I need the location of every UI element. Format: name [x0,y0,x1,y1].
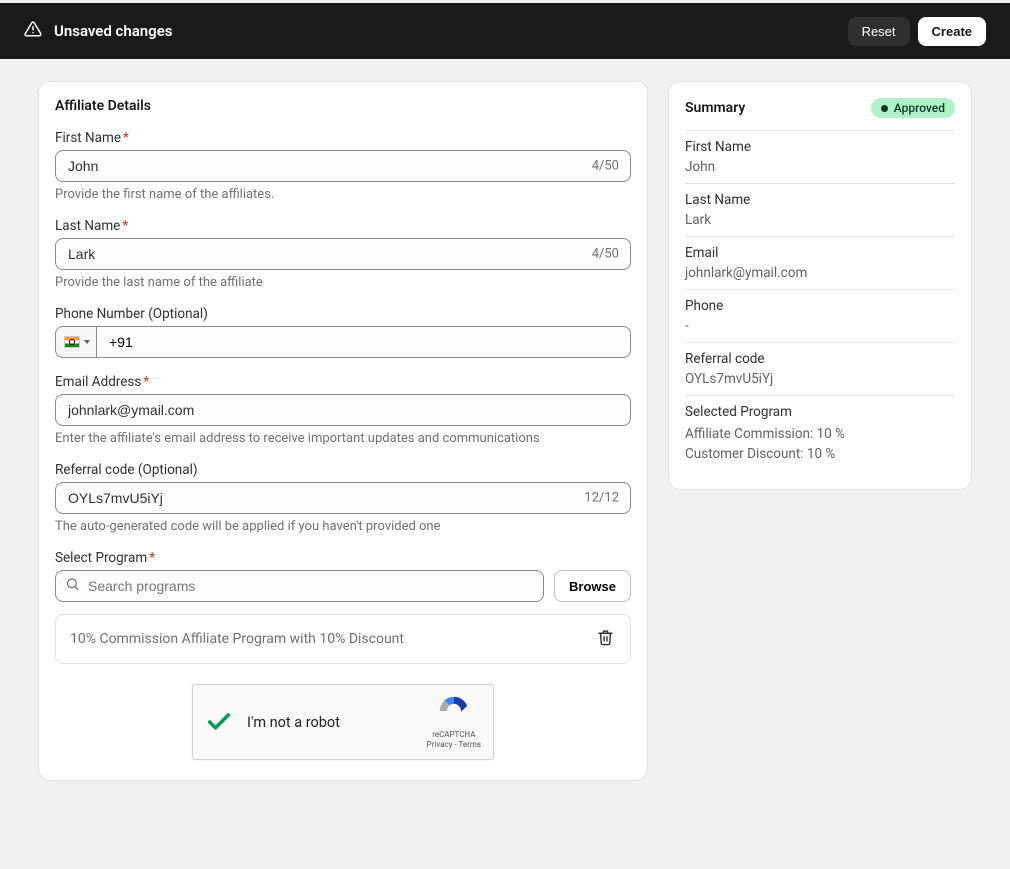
india-flag-icon [64,336,80,348]
referral-helper: The auto-generated code will be applied … [55,519,631,534]
email-helper: Enter the affiliate's email address to r… [55,431,631,446]
last-name-counter: 4/50 [592,247,619,262]
recaptcha-label: I'm not a robot [247,714,340,731]
country-code-select[interactable] [55,326,96,358]
email-label: Email Address* [55,374,631,390]
status-badge: Approved [871,98,955,118]
card-title: Affiliate Details [55,98,631,114]
phone-label: Phone Number (Optional) [55,306,631,322]
browse-button[interactable]: Browse [554,570,631,602]
program-label: Select Program* [55,550,631,566]
summary-title: Summary [685,100,745,116]
recaptcha-brand: reCAPTCHA [427,730,481,740]
last-name-helper: Provide the last name of the affiliate [55,275,631,290]
affiliate-details-card: Affiliate Details First Name* 4/50 Provi… [38,81,648,781]
referral-field: Referral code (Optional) 12/12 The auto-… [55,462,631,534]
recaptcha-checkmark-icon [205,708,233,736]
first-name-input[interactable] [55,150,631,182]
first-name-helper: Provide the first name of the affiliates… [55,187,631,202]
referral-counter: 12/12 [584,491,619,506]
recaptcha-widget[interactable]: I'm not a robot reCAPTCHA Privacy - Term… [192,684,494,760]
email-field: Email Address* Enter the affiliate's ema… [55,374,631,446]
first-name-field: First Name* 4/50 Provide the first name … [55,130,631,202]
summary-row-referral: Referral code OYLs7mvU5iYj [685,342,955,395]
last-name-field: Last Name* 4/50 Provide the last name of… [55,218,631,290]
email-input[interactable] [55,394,631,426]
summary-row-lastname: Last Name Lark [685,183,955,236]
chevron-down-icon [84,340,90,344]
phone-field: Phone Number (Optional) [55,306,631,358]
status-text: Approved [894,101,945,115]
program-search-input[interactable] [55,570,544,602]
trash-icon [597,629,614,646]
summary-row-email: Email johnlark@ymail.com [685,236,955,289]
last-name-input[interactable] [55,238,631,270]
summary-row-phone: Phone - [685,289,955,342]
summary-row-firstname: First Name John [685,130,955,183]
selected-program-label: 10% Commission Affiliate Program with 10… [70,631,404,647]
alert-icon [24,20,42,42]
unsaved-changes-bar: Unsaved changes Reset Create [0,3,1010,59]
referral-input[interactable] [55,482,631,514]
required-asterisk: * [149,550,155,566]
required-asterisk: * [143,374,149,390]
create-button[interactable]: Create [918,17,986,46]
required-asterisk: * [122,218,128,234]
reset-button[interactable]: Reset [848,17,910,46]
status-dot-icon [881,105,888,112]
required-asterisk: * [123,130,129,146]
referral-label: Referral code (Optional) [55,462,631,478]
summary-card: Summary Approved First Name John Last Na… [668,81,972,490]
last-name-label: Last Name* [55,218,631,234]
remove-program-button[interactable] [595,627,616,651]
summary-row-program: Selected Program Affiliate Commission: 1… [685,395,955,473]
topbar-title: Unsaved changes [54,22,173,40]
recaptcha-logo-icon [437,694,471,728]
recaptcha-links[interactable]: Privacy - Terms [427,740,481,750]
selected-program-item: 10% Commission Affiliate Program with 10… [55,614,631,664]
program-field: Select Program* Browse 10% Commission Af… [55,550,631,664]
search-icon [65,577,80,596]
phone-input[interactable] [96,326,631,358]
first-name-label: First Name* [55,130,631,146]
first-name-counter: 4/50 [592,159,619,174]
